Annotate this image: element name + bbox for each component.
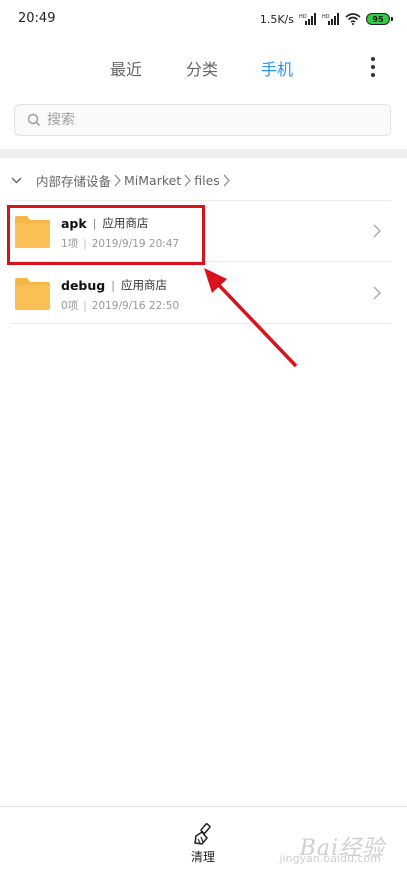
section-divider bbox=[0, 149, 407, 158]
status-bar: 20:49 1.5K/s HD HD 95 bbox=[0, 0, 407, 38]
name-separator: | bbox=[111, 278, 115, 292]
breadcrumb-collapse-button[interactable] bbox=[9, 173, 23, 187]
more-dot-icon bbox=[371, 57, 375, 61]
chevron-right-icon bbox=[373, 286, 381, 300]
folder-name: debug bbox=[61, 277, 106, 293]
svg-text:HD: HD bbox=[299, 14, 307, 20]
status-time: 20:49 bbox=[18, 11, 56, 26]
list-divider bbox=[10, 323, 391, 324]
search-icon bbox=[27, 113, 40, 126]
signal-icon: HD bbox=[322, 13, 339, 25]
annotation-highlight-box bbox=[7, 205, 205, 265]
chevron-down-icon bbox=[11, 177, 21, 183]
battery-icon: 95 bbox=[366, 13, 393, 25]
folder-icon bbox=[15, 278, 50, 310]
breadcrumb-mimarket[interactable]: MiMarket bbox=[124, 173, 181, 188]
brush-icon bbox=[194, 823, 211, 845]
chevron-right-icon bbox=[184, 174, 192, 187]
search-bar[interactable] bbox=[14, 104, 391, 136]
search-input[interactable] bbox=[47, 112, 367, 128]
folder-date: 2019/9/16 22:50 bbox=[91, 299, 180, 312]
tab-bar: 最近 分类 手机 bbox=[0, 52, 407, 82]
tab-recent[interactable]: 最近 bbox=[110, 56, 142, 80]
more-dot-icon bbox=[371, 65, 375, 69]
folder-row-debug[interactable]: debug | 应用商店 0项 | 2019/9/16 22:50 bbox=[0, 262, 407, 324]
chevron-right-icon bbox=[373, 224, 381, 238]
meta-separator: | bbox=[83, 299, 87, 312]
wifi-icon bbox=[345, 13, 361, 25]
breadcrumb-files[interactable]: files bbox=[194, 173, 220, 188]
clean-label: 清理 bbox=[190, 850, 215, 864]
tab-phone[interactable]: 手机 bbox=[261, 56, 293, 80]
folder-owner: 应用商店 bbox=[120, 278, 167, 292]
folder-item-count: 0项 bbox=[61, 300, 79, 312]
tab-category[interactable]: 分类 bbox=[186, 56, 218, 80]
watermark-url: jingyan.baidu.com bbox=[279, 852, 381, 865]
network-speed: 1.5K/s bbox=[259, 12, 294, 26]
signal-icon: HD bbox=[299, 13, 316, 25]
svg-text:HD: HD bbox=[322, 14, 330, 20]
clean-button[interactable]: 清理 bbox=[183, 823, 223, 867]
more-options-button[interactable] bbox=[365, 54, 381, 80]
more-dot-icon bbox=[371, 73, 375, 77]
status-indicators: 1.5K/s HD HD 95 bbox=[259, 10, 393, 28]
breadcrumb-internal-storage[interactable]: 内部存储设备 bbox=[36, 171, 111, 190]
breadcrumb: 内部存储设备 MiMarket files bbox=[0, 168, 407, 192]
chevron-right-icon bbox=[223, 174, 230, 187]
chevron-right-icon bbox=[114, 174, 121, 187]
